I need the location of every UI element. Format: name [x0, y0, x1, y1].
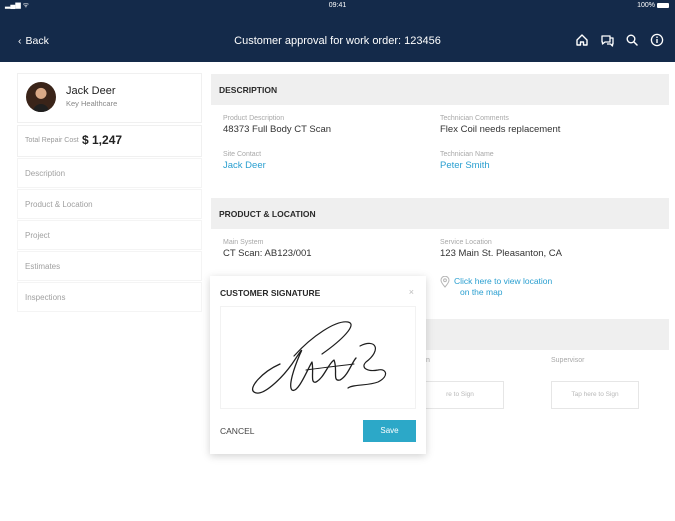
main-system-value: CT Scan: AB123/001 — [223, 248, 312, 259]
sidebar-item-description[interactable]: Description — [18, 159, 201, 187]
view-location-line2: on the map — [460, 287, 503, 297]
status-bar: ▂▄▆ ᯤ 09:41 100% — [0, 0, 675, 12]
modal-title: CUSTOMER SIGNATURE — [220, 288, 321, 298]
close-icon[interactable]: × — [409, 287, 414, 297]
description-section: Product Description 48373 Full Body CT S… — [211, 105, 669, 188]
chat-icon[interactable] — [599, 32, 615, 48]
nav-bar: ‹ Back Customer approval for work order:… — [0, 12, 675, 62]
technician-signature-label: n — [426, 357, 430, 364]
sidebar-item-inspections[interactable]: Inspections — [18, 283, 201, 311]
battery-label: 100% — [637, 2, 655, 9]
product-description-value: 48373 Full Body CT Scan — [223, 124, 332, 135]
profile-card: Jack Deer Key Healthcare — [18, 74, 201, 122]
product-location-header: PRODUCT & LOCATION — [211, 198, 669, 229]
product-description-label: Product Description — [223, 115, 285, 122]
repair-cost-card: Total Repair Cost $ 1,247 — [18, 126, 201, 156]
technician-comments-value: Flex Coil needs replacement — [440, 124, 561, 135]
sidebar-item-project[interactable]: Project — [18, 221, 201, 249]
supervisor-sign-button[interactable]: Tap here to Sign — [551, 381, 639, 409]
avatar — [26, 82, 56, 112]
info-icon[interactable] — [649, 32, 665, 48]
cancel-button[interactable]: CANCEL — [220, 426, 254, 436]
profile-name: Jack Deer — [66, 85, 116, 97]
description-header: DESCRIPTION — [211, 74, 669, 105]
signature-pad[interactable] — [220, 306, 416, 409]
search-icon[interactable] — [624, 32, 640, 48]
battery-icon — [657, 3, 669, 8]
repair-cost-label: Total Repair Cost — [25, 137, 79, 144]
technician-name-label: Technician Name — [440, 151, 494, 158]
supervisor-signature-label: Supervisor — [551, 357, 585, 364]
sidebar: Jack Deer Key Healthcare Total Repair Co… — [18, 74, 201, 311]
site-contact-link[interactable]: Jack Deer — [223, 160, 266, 171]
site-contact-label: Site Contact — [223, 151, 262, 158]
save-button[interactable]: Save — [363, 420, 416, 442]
view-location-line1: Click here to view location — [454, 276, 553, 286]
technician-name-link[interactable]: Peter Smith — [440, 160, 494, 171]
battery-indicator: 100% — [637, 2, 669, 9]
profile-organization: Key Healthcare — [66, 99, 118, 108]
home-icon[interactable] — [574, 32, 590, 48]
technician-sign-button[interactable]: re to Sign — [416, 381, 504, 409]
signature-drawing — [252, 321, 387, 394]
status-time: 09:41 — [328, 2, 347, 9]
customer-signature-modal: CUSTOMER SIGNATURE × CANCEL Save — [210, 276, 426, 454]
main-system-label: Main System — [223, 239, 264, 246]
location-pin-icon — [440, 276, 450, 288]
repair-cost-value: $ 1,247 — [82, 133, 123, 147]
technician-comments-label: Technician Comments — [440, 115, 509, 122]
sidebar-item-product-location[interactable]: Product & Location — [18, 190, 201, 218]
view-location-link[interactable]: Click here to view location on the map — [440, 276, 552, 298]
service-location-value: 123 Main St. Pleasanton, CA — [440, 248, 562, 259]
service-location-label: Service Location — [440, 239, 492, 246]
sidebar-item-estimates[interactable]: Estimates — [18, 252, 201, 280]
